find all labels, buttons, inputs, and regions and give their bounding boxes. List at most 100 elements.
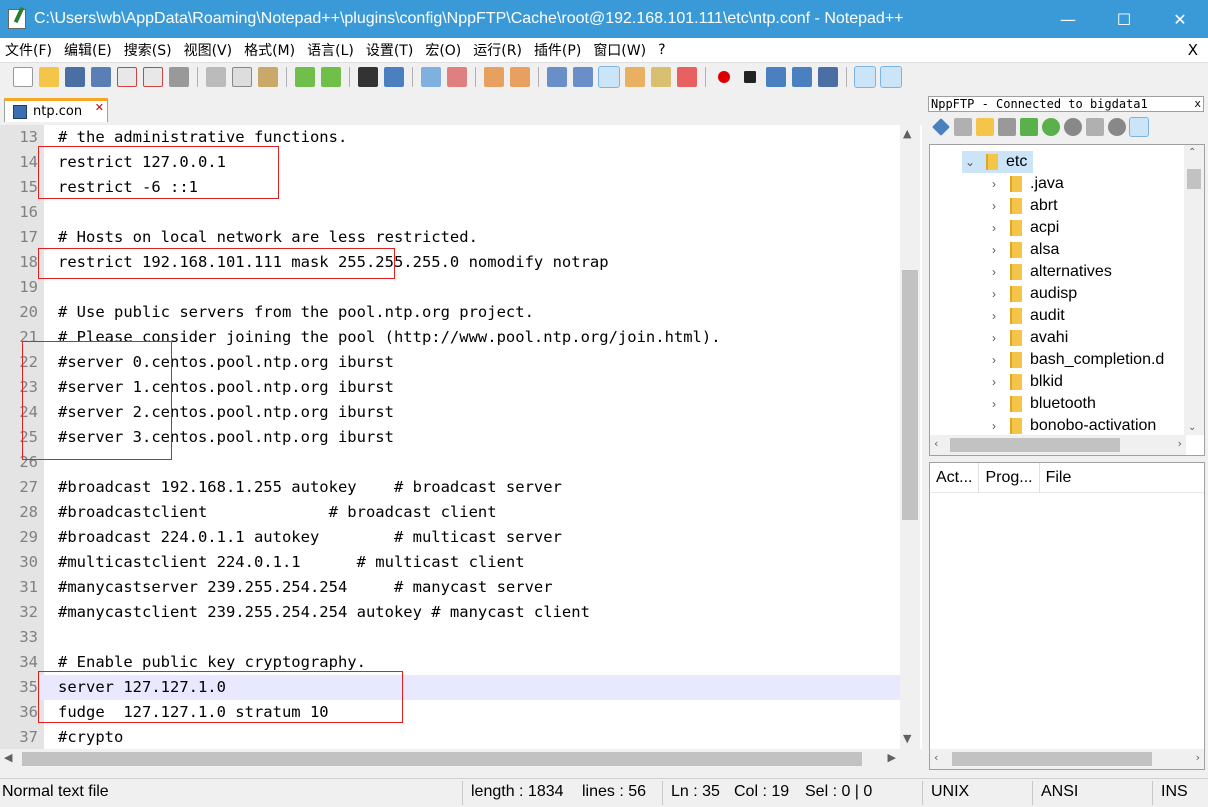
editor-line[interactable]: 30 #multicastclient 224.0.1.1 # multicast… xyxy=(0,550,900,575)
menu-plugins[interactable]: 插件(P) xyxy=(529,40,588,60)
menu-settings[interactable]: 设置(T) xyxy=(361,40,420,60)
line-text[interactable]: #crypto xyxy=(58,725,123,749)
editor-line[interactable]: 33 xyxy=(0,625,900,650)
tree-item-folder[interactable]: › audit xyxy=(986,305,1065,327)
editor-line[interactable]: 20 # Use public servers from the pool.ntp… xyxy=(0,300,900,325)
chevron-right-icon[interactable]: › xyxy=(986,199,1002,213)
copy-icon[interactable] xyxy=(232,66,252,87)
word-wrap-icon[interactable] xyxy=(547,66,567,87)
chevron-down-icon[interactable]: ⌄ xyxy=(1188,422,1196,433)
upload-icon[interactable] xyxy=(1020,118,1038,136)
menu-language[interactable]: 语言(L) xyxy=(302,40,361,60)
scroll-down-icon[interactable]: ▼ xyxy=(903,732,911,745)
save-all-icon[interactable] xyxy=(91,66,111,87)
tree-item-folder[interactable]: › acpi xyxy=(986,217,1059,239)
chevron-right-icon[interactable]: › xyxy=(1178,437,1182,450)
redo-icon[interactable] xyxy=(321,66,341,87)
scroll-left-icon[interactable]: ◀ xyxy=(4,751,12,764)
text-editor[interactable]: 13 # the administrative functions. 14 restr… xyxy=(0,125,922,749)
chevron-left-icon[interactable]: ‹ xyxy=(934,437,938,450)
remote-file-tree[interactable]: ⌄ etc › .java › abrt › acpi › alsa › alternatives… xyxy=(929,144,1205,456)
tree-item-folder[interactable]: › bash_completion.d xyxy=(986,349,1164,371)
tree-item-folder[interactable]: › alsa xyxy=(986,239,1059,261)
tab-close-icon[interactable]: ✕ xyxy=(95,101,104,114)
panel-close-button[interactable]: x xyxy=(1194,97,1201,111)
scroll-thumb[interactable] xyxy=(952,752,1152,766)
message-window-icon[interactable] xyxy=(1129,117,1149,137)
menu-window[interactable]: 窗口(W) xyxy=(588,40,653,60)
editor-line[interactable]: 32 #manycastclient 239.255.254.254 autoke… xyxy=(0,600,900,625)
queue-column-action[interactable]: Act... xyxy=(930,462,980,493)
chevron-right-icon[interactable]: › xyxy=(986,353,1002,367)
scroll-right-icon[interactable]: ▶ xyxy=(888,751,896,764)
tree-vertical-scrollbar[interactable]: ⌃ ⌄ xyxy=(1184,145,1204,435)
function-list-icon[interactable] xyxy=(677,66,697,87)
chevron-right-icon[interactable]: › xyxy=(986,309,1002,323)
queue-horizontal-scrollbar[interactable]: ‹ › xyxy=(930,749,1204,769)
print-icon[interactable] xyxy=(169,66,189,87)
editor-line[interactable]: 16 xyxy=(0,200,900,225)
document-map-icon[interactable] xyxy=(651,66,671,87)
new-file-icon[interactable] xyxy=(13,66,33,87)
line-text[interactable]: #broadcast 192.168.1.255 autokey # broad… xyxy=(58,475,562,500)
line-text[interactable]: #broadcastclient # broadcast client xyxy=(58,500,497,525)
editor-line[interactable]: 28 #broadcastclient # broadcast client xyxy=(0,500,900,525)
refresh-icon[interactable] xyxy=(1042,118,1060,136)
open-directory-icon[interactable] xyxy=(976,118,994,136)
chevron-right-icon[interactable]: › xyxy=(986,397,1002,411)
tree-item-folder[interactable]: › avahi xyxy=(986,327,1068,349)
editor-line[interactable]: 27 #broadcast 192.168.1.255 autokey # bro… xyxy=(0,475,900,500)
line-text[interactable]: # Hosts on local network are less restri… xyxy=(58,225,478,250)
paste-icon[interactable] xyxy=(258,66,278,87)
queue-column-progress[interactable]: Prog... xyxy=(979,462,1040,493)
nppftp-icon[interactable] xyxy=(880,65,902,88)
chevron-right-icon[interactable]: › xyxy=(986,177,1002,191)
sync-horizontal-icon[interactable] xyxy=(510,66,530,87)
maximize-button[interactable]: ☐ xyxy=(1096,0,1152,38)
replace-icon[interactable] xyxy=(384,66,404,87)
scroll-thumb[interactable] xyxy=(22,752,862,766)
tree-item-folder[interactable]: › audisp xyxy=(986,283,1077,305)
queue-column-file[interactable]: File xyxy=(1040,463,1078,493)
chevron-up-icon[interactable]: ⌃ xyxy=(1188,147,1196,158)
line-text[interactable]: #manycastclient 239.255.254.254 autokey … xyxy=(58,600,590,625)
settings-gear-icon[interactable] xyxy=(1108,118,1126,136)
editor-line[interactable]: 29 #broadcast 224.0.1.1 autokey # multica… xyxy=(0,525,900,550)
tree-item-folder[interactable]: › alternatives xyxy=(986,261,1112,283)
menu-search[interactable]: 搜索(S) xyxy=(119,40,179,60)
close-file-icon[interactable] xyxy=(117,66,137,87)
sync-vertical-icon[interactable] xyxy=(484,66,504,87)
menu-view[interactable]: 视图(V) xyxy=(179,40,240,60)
menu-macro[interactable]: 宏(O) xyxy=(420,40,468,60)
chevron-right-icon[interactable]: › xyxy=(986,265,1002,279)
spell-check-icon[interactable] xyxy=(854,65,876,88)
indent-guide-icon[interactable] xyxy=(598,65,620,88)
user-language-icon[interactable] xyxy=(625,66,645,87)
scroll-thumb[interactable] xyxy=(1187,169,1201,189)
chevron-right-icon[interactable]: › xyxy=(986,287,1002,301)
chevron-right-icon[interactable]: › xyxy=(986,243,1002,257)
line-text[interactable]: #manycastserver 239.255.254.254 # manyca… xyxy=(58,575,553,600)
chevron-down-icon[interactable]: ⌄ xyxy=(962,155,978,169)
tree-item-folder[interactable]: › bonobo-activation xyxy=(986,415,1156,437)
chevron-right-icon[interactable]: › xyxy=(986,331,1002,345)
tree-item-folder[interactable]: › blkid xyxy=(986,371,1063,393)
tree-item-folder[interactable]: › abrt xyxy=(986,195,1058,217)
chevron-right-icon[interactable]: › xyxy=(1196,751,1200,764)
line-text[interactable]: #broadcast 224.0.1.1 autokey # multicast… xyxy=(58,525,562,550)
menu-edit[interactable]: 编辑(E) xyxy=(59,40,119,60)
editor-vertical-scrollbar[interactable]: ▲ ▼ xyxy=(900,125,920,749)
line-text[interactable]: # Use public servers from the pool.ntp.o… xyxy=(58,300,534,325)
zoom-out-icon[interactable] xyxy=(447,66,467,87)
menu-help[interactable]: ? xyxy=(653,42,672,58)
chevron-right-icon[interactable]: › xyxy=(986,419,1002,433)
download-icon[interactable] xyxy=(998,118,1016,136)
scroll-thumb[interactable] xyxy=(902,270,918,520)
line-text[interactable]: #multicastclient 224.0.1.1 # multicast c… xyxy=(58,550,525,575)
chevron-left-icon[interactable]: ‹ xyxy=(934,751,938,764)
close-all-icon[interactable] xyxy=(143,66,163,87)
play-macro-icon[interactable] xyxy=(766,66,786,87)
save-macro-icon[interactable] xyxy=(818,66,838,87)
menu-run[interactable]: 运行(R) xyxy=(468,40,529,60)
tree-item-folder[interactable]: › .java xyxy=(986,173,1064,195)
